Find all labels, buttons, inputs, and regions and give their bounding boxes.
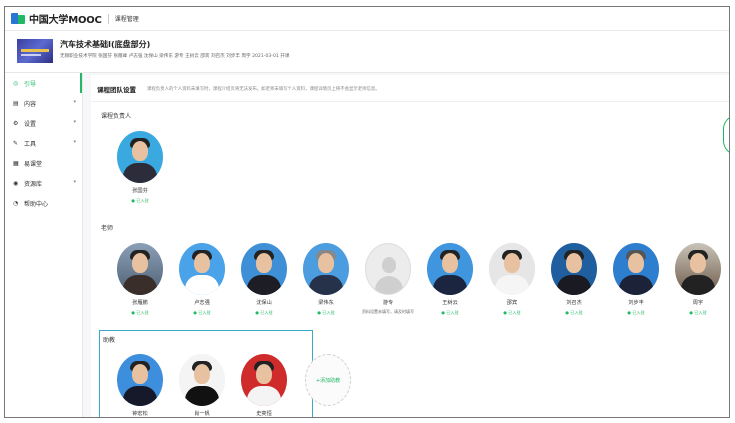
person-name: 张雁鹏 (132, 300, 148, 306)
teacher-label: 老师 (101, 225, 114, 232)
person-name: 卢志强 (194, 300, 210, 306)
gear-icon: ⚙ (13, 119, 19, 127)
content-icon: ▤ (13, 99, 19, 107)
status-badge: ● 已入驻 (441, 310, 459, 315)
teacher-card[interactable]: 张雁鹏 ● 已入驻 (112, 243, 168, 316)
top-bar: 中国大学MOOC 课程管理 (5, 7, 729, 31)
ta-card[interactable]: 史奕恒 (236, 354, 292, 417)
sidebar-item-classroom[interactable]: ▦ 易课堂 (5, 153, 82, 173)
sidebar-item-label: 引导 (24, 80, 37, 88)
course-header: 汽车技术基础I(底盘部分) 无锡职业技术学院 张国芬 张雁峰 卢志强 沈保山 梁… (5, 31, 729, 73)
teacher-card[interactable]: 卢志强 ● 已入驻 (174, 243, 230, 316)
leader-card[interactable]: 张国芬 ● 已入驻 (112, 131, 168, 204)
teacher-card[interactable]: 周宇 ● 已入驻 (670, 243, 726, 316)
help-icon: ◔ (13, 199, 19, 207)
status-badge: ● 已入驻 (565, 310, 583, 315)
resource-icon: ◉ (13, 179, 19, 187)
avatar (241, 354, 287, 406)
add-ta-button[interactable]: +添加助教 (305, 354, 351, 406)
avatar (489, 243, 535, 295)
leader-label: 课程负责人 (101, 113, 132, 120)
sidebar-item-label: 设置 (24, 120, 37, 128)
logo-text: 中国大学MOOC (29, 15, 102, 26)
person-name: 肖一帆 (194, 411, 210, 417)
person-name: 钟宏松 (132, 411, 148, 417)
ta-card[interactable]: 肖一帆 (174, 354, 230, 417)
avatar (117, 131, 163, 183)
status-badge: ● 已入驻 (689, 310, 707, 315)
person-name: 张国芬 (132, 188, 148, 194)
sidebar-item-help[interactable]: ◔ 帮助中心 (5, 193, 82, 213)
person-name: 刘召杰 (566, 300, 582, 306)
sidebar-item-label: 帮助中心 (24, 200, 49, 208)
ta-card[interactable]: 钟宏松 (112, 354, 168, 417)
sidebar-item-label: 工具 (24, 140, 37, 148)
sidebar-item-resources[interactable]: ◉ 资源库 ▾ (5, 173, 82, 193)
wrench-icon: ✎ (13, 139, 19, 147)
avatar (427, 243, 473, 295)
avatar (117, 243, 163, 295)
sidebar-item-label: 易课堂 (24, 160, 43, 168)
avatar (675, 243, 721, 295)
avatar (241, 243, 287, 295)
chevron-down-icon: ▾ (73, 119, 76, 125)
sidebar-item-tools[interactable]: ✎ 工具 ▾ (5, 133, 82, 153)
divider (107, 13, 109, 24)
sidebar-item-guide[interactable]: ◎ 引导 (5, 73, 82, 93)
ta-label: 助教 (103, 337, 116, 344)
chevron-down-icon: ▾ (73, 139, 76, 145)
chevron-down-icon: ▾ (73, 179, 76, 185)
course-thumbnail (17, 39, 53, 63)
course-title: 汽车技术基础I(底盘部分) (60, 40, 151, 49)
person-name: 周宇 (692, 300, 704, 306)
page-title: 课程团队设置 (97, 86, 136, 94)
person-name: 邵宾 (506, 300, 518, 306)
profile-missing-note: 资料设置未填写，请及时填写 (362, 309, 414, 314)
teacher-card[interactable]: 沈保山 ● 已入驻 (236, 243, 292, 316)
teacher-card[interactable]: 刘步丰 ● 已入驻 (608, 243, 664, 316)
course-meta: 无锡职业技术学院 张国芬 张雁峰 卢志强 沈保山 梁伟东 游专 王树云 邵宾 刘… (60, 54, 290, 59)
chevron-down-icon: ▾ (73, 99, 76, 105)
status-badge: ● 已入驻 (255, 310, 273, 315)
teacher-card[interactable]: 刘召杰 ● 已入驻 (546, 243, 602, 316)
sidebar-item-label: 资源库 (24, 180, 43, 188)
status-badge: ● 已入驻 (627, 310, 645, 315)
status-badge: ● 已入驻 (503, 310, 521, 315)
status-badge: ● 已入驻 (317, 310, 335, 315)
person-name: 史奕恒 (256, 411, 272, 417)
main-panel: 课程团队设置 课程负责人的个人资料未填写时，课程介绍页将无法发布。如老师未填写个… (91, 75, 729, 417)
status-badge: ● 已入驻 (193, 310, 211, 315)
teacher-card[interactable]: 王树云 ● 已入驻 (422, 243, 478, 316)
teacher-card[interactable]: 邵宾 ● 已入驻 (484, 243, 540, 316)
mooc-logo[interactable]: 中国大学MOOC (11, 11, 102, 26)
logo-book-icon (11, 13, 26, 24)
avatar (613, 243, 659, 295)
teacher-card[interactable]: 游专 资料设置未填写，请及时填写 (360, 243, 416, 315)
avatar (179, 354, 225, 406)
teacher-card[interactable]: 梁伟东 ● 已入驻 (298, 243, 354, 316)
sidebar-item-settings[interactable]: ⚙ 设置 ▾ (5, 113, 82, 133)
sidebar-item-label: 内容 (24, 100, 37, 108)
sidebar: ◎ 引导 ▤ 内容 ▾ ⚙ 设置 ▾ ✎ 工具 ▾ ▦ 易课堂 ◉ 资源库 ▾ … (5, 73, 83, 417)
avatar (303, 243, 349, 295)
section-description: 课程负责人的个人资料未填写时，课程介绍页将无法发布。如老师未填写个人资料，课程详… (147, 87, 380, 92)
page-subtitle: 课程管理 (114, 16, 139, 23)
default-avatar-icon (365, 243, 411, 295)
app-window: 中国大学MOOC 课程管理 汽车技术基础I(底盘部分) 无锡职业技术学院 张国芬… (4, 6, 730, 418)
guide-icon: ◎ (13, 79, 19, 87)
classroom-icon: ▦ (13, 159, 19, 167)
avatar (551, 243, 597, 295)
avatar (117, 354, 163, 406)
divider (91, 101, 729, 102)
person-name: 游专 (382, 300, 394, 306)
person-name: 王树云 (442, 300, 458, 306)
person-name: 梁伟东 (318, 300, 334, 306)
sidebar-item-content[interactable]: ▤ 内容 ▾ (5, 93, 82, 113)
status-badge: ● 已入驻 (131, 310, 149, 315)
status-badge: ● 已入驻 (131, 198, 149, 203)
avatar (179, 243, 225, 295)
person-name: 沈保山 (256, 300, 272, 306)
person-name: 刘步丰 (628, 300, 644, 306)
